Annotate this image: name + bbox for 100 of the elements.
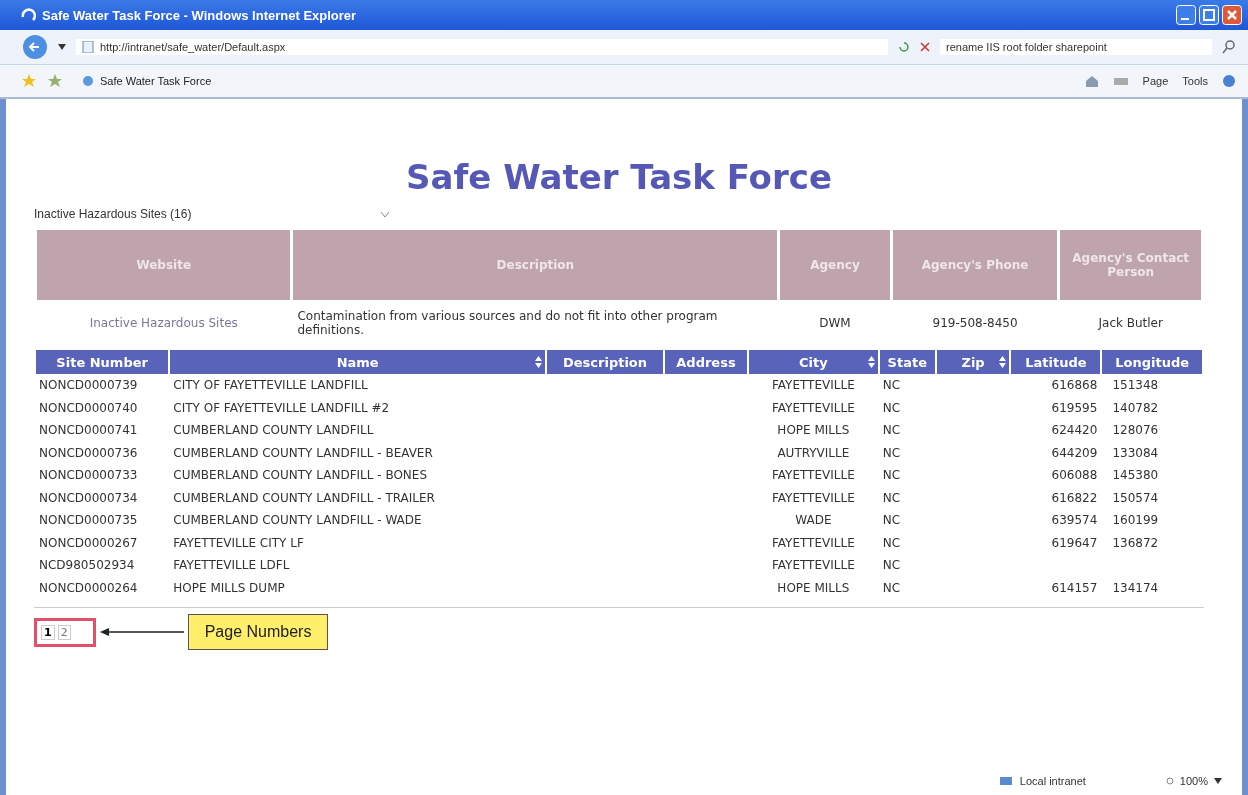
- table-cell: 639574: [1051, 513, 1098, 528]
- sortable-column-header[interactable]: City: [748, 350, 878, 374]
- table-cell: 150574: [1112, 490, 1159, 505]
- table-cell: 160199: [1112, 513, 1159, 528]
- table-cell: 134174: [1112, 580, 1159, 595]
- column-header[interactable]: Longitude: [1102, 350, 1202, 374]
- page-heading: Safe Water Task Force: [405, 157, 833, 197]
- column-header[interactable]: Description: [547, 350, 663, 374]
- table-cell: NC: [882, 490, 901, 505]
- search-icon[interactable]: [1222, 40, 1236, 54]
- dropdown-caret-icon: [1214, 778, 1222, 784]
- table-cell: CITY OF FAYETTEVILLE LANDFILL #2: [173, 400, 390, 415]
- table-cell: 616868: [1051, 378, 1098, 393]
- zoom-control[interactable]: 100%: [1165, 775, 1222, 787]
- table-cell: NONCD0000735: [39, 513, 138, 528]
- column-header: Description: [293, 230, 778, 300]
- table-cell: FAYETTEVILLE: [772, 558, 855, 573]
- table-cell: NONCD0000734: [39, 490, 138, 505]
- table-cell: AUTRYVILLE: [777, 445, 850, 460]
- table-cell: NC: [882, 535, 901, 550]
- table-cell: NONCD0000264: [39, 580, 138, 595]
- table-cell: 919-508-8450: [932, 316, 1018, 330]
- table-cell: CUMBERLAND COUNTY LANDFILL - TRAILER: [173, 490, 435, 505]
- table-cell: 136872: [1112, 535, 1159, 550]
- address-field[interactable]: http://intranet/safe_water/Default.aspx: [76, 39, 888, 55]
- table-cell: FAYETTEVILLE: [772, 468, 855, 483]
- table-cell: NC: [882, 378, 901, 393]
- caret-icon: [381, 211, 390, 217]
- search-field[interactable]: rename IIS root folder sharepoint: [940, 39, 1212, 55]
- table-cell: NC: [882, 513, 901, 528]
- table-cell: NC: [882, 580, 901, 595]
- table-cell: WADE: [795, 513, 832, 528]
- table-cell: DWM: [819, 316, 851, 330]
- menu-button[interactable]: Tools: [1182, 75, 1208, 87]
- dropdown-caret-icon[interactable]: [58, 44, 66, 50]
- table-cell: FAYETTEVILLE: [772, 378, 855, 393]
- close-icon[interactable]: [1222, 5, 1242, 25]
- table-cell: HOPE MILLS DUMP: [173, 580, 285, 595]
- table-cell: FAYETTEVILLE CITY LF: [173, 535, 304, 550]
- add-favorite-icon[interactable]: [48, 74, 62, 88]
- table-cell: FAYETTEVILLE: [772, 490, 855, 505]
- table-cell: CITY OF FAYETTEVILLE LANDFILL: [173, 378, 368, 393]
- browser-logo-icon: [20, 7, 36, 23]
- column-header[interactable]: State: [879, 350, 935, 374]
- table-cell: 145380: [1112, 468, 1159, 483]
- table-cell: HOPE MILLS: [777, 580, 850, 595]
- minimize-icon[interactable]: [1176, 5, 1196, 25]
- table-cell: 619647: [1051, 535, 1098, 550]
- column-header: Agency's Contact Person: [1060, 230, 1201, 300]
- table-cell: NONCD0000740: [39, 400, 138, 415]
- table-cell: 133084: [1112, 445, 1159, 460]
- callout-label: Page Numbers: [187, 614, 329, 650]
- security-zone: Local intranet: [999, 775, 1086, 787]
- table-cell: 624420: [1051, 423, 1098, 438]
- table-cell: 614157: [1051, 580, 1098, 595]
- column-header: Website: [37, 230, 291, 300]
- table-cell: 606088: [1051, 468, 1098, 483]
- table-cell: NONCD0000733: [39, 468, 138, 483]
- table-cell: 619595: [1051, 400, 1098, 415]
- table-cell: Contamination from various sources and do not fit into other program definitions.: [297, 309, 718, 337]
- table-cell: CUMBERLAND COUNTY LANDFILL - BEAVER: [173, 445, 433, 460]
- refresh-icon[interactable]: [898, 41, 910, 53]
- menu-button[interactable]: Page: [1142, 75, 1169, 87]
- category-dropdown[interactable]: Inactive Hazardous Sites (16): [34, 205, 390, 223]
- column-header[interactable]: Latitude: [1011, 350, 1101, 374]
- table-cell: NC: [882, 400, 901, 415]
- table-cell: 616822: [1051, 490, 1098, 505]
- stop-icon[interactable]: [920, 42, 930, 52]
- table-cell: NCD980502934: [39, 558, 135, 573]
- table-cell: FAYETTEVILLE: [772, 535, 855, 550]
- table-cell: NC: [882, 445, 901, 460]
- table-cell: NONCD0000741: [39, 423, 138, 438]
- table-cell: NONCD0000736: [39, 445, 138, 460]
- home-icon[interactable]: [1084, 75, 1099, 87]
- sort-arrows-icon[interactable]: [867, 356, 875, 368]
- table-cell: CUMBERLAND COUNTY LANDFILL: [173, 423, 374, 438]
- table-cell: 151348: [1112, 378, 1159, 393]
- page-link[interactable]: 2: [57, 624, 71, 640]
- table-cell: NONCD0000267: [39, 535, 138, 550]
- column-header[interactable]: Address: [665, 350, 747, 374]
- table-cell: 140782: [1112, 400, 1159, 415]
- table-cell: CUMBERLAND COUNTY LANDFILL - BONES: [173, 468, 428, 483]
- star-icon[interactable]: [22, 74, 36, 88]
- table-cell: CUMBERLAND COUNTY LANDFILL - WADE: [173, 513, 422, 528]
- website-link[interactable]: Inactive Hazardous Sites: [89, 316, 238, 330]
- page-link[interactable]: 1: [41, 624, 55, 640]
- column-header[interactable]: Site Number: [36, 350, 169, 374]
- table-cell: HOPE MILLS: [777, 423, 850, 438]
- sort-arrows-icon[interactable]: [535, 356, 543, 368]
- maximize-icon[interactable]: [1199, 5, 1219, 25]
- table-cell: NC: [882, 558, 901, 573]
- favorites-tab[interactable]: Safe Water Task Force: [74, 73, 1073, 89]
- table-cell: FAYETTEVILLE LDFL: [173, 558, 290, 573]
- table-cell: NC: [882, 468, 901, 483]
- sortable-column-header[interactable]: Zip: [936, 350, 1010, 374]
- table-cell: FAYETTEVILLE: [772, 400, 855, 415]
- window-title: Safe Water Task Force - Windows Internet Explorer: [42, 7, 358, 23]
- sortable-column-header[interactable]: Name: [170, 350, 546, 374]
- sort-arrows-icon[interactable]: [999, 356, 1007, 368]
- table-cell: NC: [882, 423, 901, 438]
